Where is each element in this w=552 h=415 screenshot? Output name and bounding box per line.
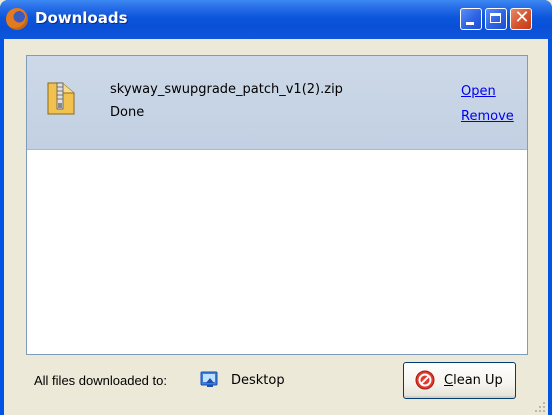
open-link[interactable]: Open	[461, 84, 496, 99]
download-folder-link[interactable]: Desktop	[231, 373, 285, 388]
download-location-label: All files downloaded to:	[34, 373, 167, 388]
downloads-window: Downloads ✕ skyway_swupgrade_patch_v1(2)…	[0, 0, 552, 415]
desktop-folder-icon[interactable]	[200, 369, 220, 389]
download-file-name: skyway_swupgrade_patch_v1(2).zip	[110, 82, 343, 97]
download-status: Done	[110, 105, 145, 120]
clean-up-text: lean Up	[453, 373, 503, 388]
firefox-icon	[6, 8, 28, 30]
close-button[interactable]: ✕	[510, 7, 532, 30]
stop-icon	[415, 370, 435, 390]
window-title: Downloads	[35, 9, 128, 27]
clean-up-button[interactable]: Clean Up	[403, 362, 516, 399]
downloads-list[interactable]: skyway_swupgrade_patch_v1(2).zip Done Op…	[26, 55, 528, 355]
title-bar[interactable]: Downloads ✕	[0, 0, 552, 39]
minimize-button[interactable]	[460, 8, 482, 30]
maximize-button[interactable]	[485, 8, 507, 30]
clean-up-label: Clean Up	[444, 373, 503, 388]
remove-link[interactable]: Remove	[461, 109, 514, 124]
window-content: skyway_swupgrade_patch_v1(2).zip Done Op…	[4, 39, 548, 415]
zip-file-icon	[47, 82, 75, 115]
close-icon: ✕	[514, 7, 530, 28]
clean-up-mnemonic: C	[444, 373, 454, 388]
minimize-icon	[466, 22, 474, 25]
download-item[interactable]: skyway_swupgrade_patch_v1(2).zip Done Op…	[27, 56, 527, 150]
resize-grip-icon[interactable]	[534, 401, 546, 413]
maximize-icon	[490, 13, 501, 23]
